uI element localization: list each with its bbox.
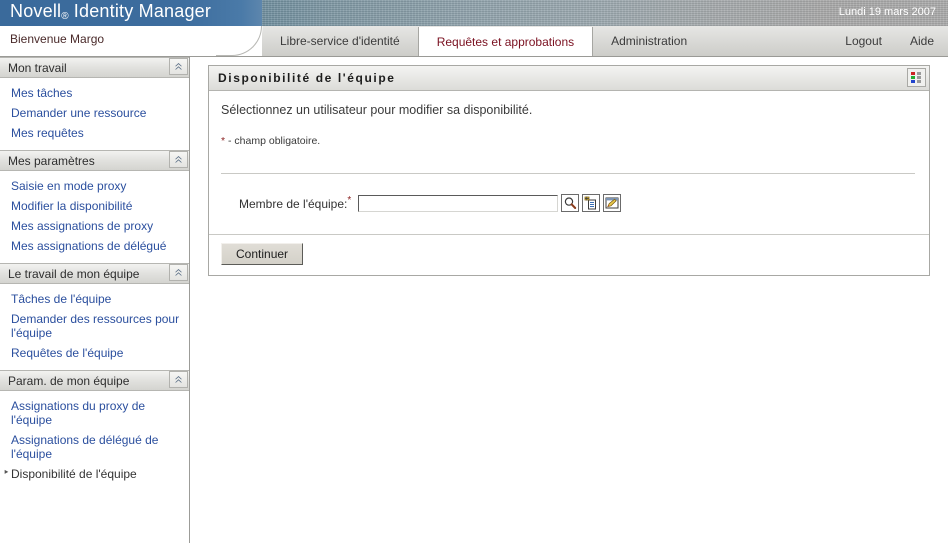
history-list-icon[interactable]	[582, 194, 601, 212]
tab-requetes-et-approbations[interactable]: Requêtes et approbations	[417, 27, 594, 56]
tab-utility-links: Logout Aide	[831, 26, 948, 56]
team-member-input[interactable]	[358, 194, 559, 212]
help-link[interactable]: Aide	[896, 26, 948, 56]
sidebar-item-requetes-de-lequipe[interactable]: Requêtes de l'équipe	[0, 343, 189, 363]
sidebar-group-mes-parametres: Mes paramètres Saisie en mode proxy Modi…	[0, 150, 189, 263]
sidebar-item-taches-de-lequipe[interactable]: Tâches de l'équipe	[0, 289, 189, 309]
required-field-note: * - champ obligatoire.	[221, 121, 915, 147]
page-title: Disponibilité de l'équipe	[218, 71, 396, 85]
sidebar-item-saisie-en-mode-proxy[interactable]: Saisie en mode proxy	[0, 176, 189, 196]
sidebar-group-travail-de-mon-equipe: Le travail de mon équipe Tâches de l'équ…	[0, 263, 189, 370]
logout-label: Logout	[845, 34, 882, 48]
sidebar-group-header[interactable]: Param. de mon équipe	[0, 370, 189, 391]
required-note-text: - champ obligatoire.	[225, 135, 321, 147]
sidebar-group-header[interactable]: Le travail de mon équipe	[0, 263, 189, 284]
sidebar-group-mon-travail: Mon travail Mes tâches Demander une ress…	[0, 57, 189, 150]
panel-header: Disponibilité de l'équipe	[209, 66, 929, 91]
chevron-double-up-icon[interactable]	[169, 371, 188, 388]
sidebar-group-param-de-mon-equipe: Param. de mon équipe Assignations du pro…	[0, 370, 189, 491]
current-date-label: Lundi 19 mars 2007	[838, 6, 936, 18]
chevron-double-up-icon[interactable]	[169, 58, 188, 75]
sidebar-item-demander-des-ressources-pour-lequipe[interactable]: Demander des ressources pour l'équipe	[0, 309, 189, 343]
tab-administration[interactable]: Administration	[593, 26, 705, 56]
welcome-user-label: Bienvenue Margo	[10, 32, 105, 46]
help-label: Aide	[909, 34, 934, 48]
sidebar-group-items: Assignations du proxy de l'équipe Assign…	[0, 391, 189, 491]
sidebar-group-title: Param. de mon équipe	[8, 373, 130, 388]
sidebar-item-demander-une-ressource[interactable]: Demander une ressource	[0, 103, 189, 123]
page-layout: Mon travail Mes tâches Demander une ress…	[0, 57, 948, 543]
sidebar-group-items: Saisie en mode proxy Modifier la disponi…	[0, 171, 189, 263]
brand-header-bar: Novell® Identity Manager Lundi 19 mars 20…	[0, 0, 948, 26]
sidebar-item-assignations-de-delegue-de-lequipe[interactable]: Assignations de délégué de l'équipe	[0, 430, 189, 464]
sidebar-item-disponibilite-de-lequipe[interactable]: Disponibilité de l'équipe	[0, 464, 189, 484]
sidebar-group-items: Mes tâches Demander une ressource Mes re…	[0, 78, 189, 150]
sidebar-item-modifier-la-disponibilite[interactable]: Modifier la disponibilité	[0, 196, 189, 216]
team-member-form-row: Membre de l'équipe:*	[221, 174, 915, 234]
brand-title: Novell® Identity Manager	[10, 1, 211, 22]
continue-button[interactable]: Continuer	[221, 243, 304, 265]
chevron-double-up-icon[interactable]	[169, 264, 188, 281]
sidebar-navigation: Mon travail Mes tâches Demander une ress…	[0, 57, 190, 543]
search-magnifier-icon[interactable]	[561, 194, 580, 212]
edit-pencil-icon[interactable]	[603, 194, 622, 212]
sidebar-group-items: Tâches de l'équipe Demander des ressourc…	[0, 284, 189, 370]
brand-novell-label: Novell	[10, 1, 62, 21]
required-star: *	[347, 195, 352, 206]
sidebar-group-header[interactable]: Mes paramètres	[0, 150, 189, 171]
sidebar-group-title: Mon travail	[8, 60, 67, 75]
tab-list: Libre-service d'identité Requêtes et app…	[262, 26, 705, 56]
panel-body: Sélectionnez un utilisateur pour modifie…	[209, 91, 929, 234]
sidebar-item-assignations-du-proxy-de-lequipe[interactable]: Assignations du proxy de l'équipe	[0, 396, 189, 430]
tab-label: Libre-service d'identité	[280, 34, 400, 48]
sidebar-item-mes-assignations-de-proxy[interactable]: Mes assignations de proxy	[0, 216, 189, 236]
sidebar-item-mes-assignations-de-delegue[interactable]: Mes assignations de délégué	[0, 236, 189, 256]
team-availability-panel: Disponibilité de l'équipe Sélectionnez u…	[208, 65, 930, 276]
brand-registered-mark: ®	[61, 11, 69, 22]
sidebar-group-header[interactable]: Mon travail	[0, 57, 189, 78]
sidebar-item-mes-taches[interactable]: Mes tâches	[0, 83, 189, 103]
team-member-label-text: Membre de l'équipe:	[239, 197, 348, 211]
panel-footer: Continuer	[209, 234, 929, 275]
logout-link[interactable]: Logout	[831, 26, 896, 56]
color-grid-icon[interactable]	[907, 68, 926, 87]
tab-libre-service-identite[interactable]: Libre-service d'identité	[262, 26, 418, 56]
chevron-double-up-icon[interactable]	[169, 151, 188, 168]
tab-label: Administration	[611, 34, 688, 48]
brand-product-label: Identity Manager	[73, 1, 212, 21]
content-area: Disponibilité de l'équipe Sélectionnez u…	[190, 57, 948, 543]
panel-instruction: Sélectionnez un utilisateur pour modifie…	[221, 103, 533, 117]
sidebar-group-title: Mes paramètres	[8, 153, 95, 168]
sidebar-item-mes-requetes[interactable]: Mes requêtes	[0, 123, 189, 143]
team-member-label: Membre de l'équipe:*	[239, 195, 351, 211]
sidebar-group-title: Le travail de mon équipe	[8, 266, 140, 281]
tab-label: Requêtes et approbations	[436, 34, 575, 49]
main-tab-strip: Bienvenue Margo Libre-service d'identité…	[0, 26, 948, 57]
